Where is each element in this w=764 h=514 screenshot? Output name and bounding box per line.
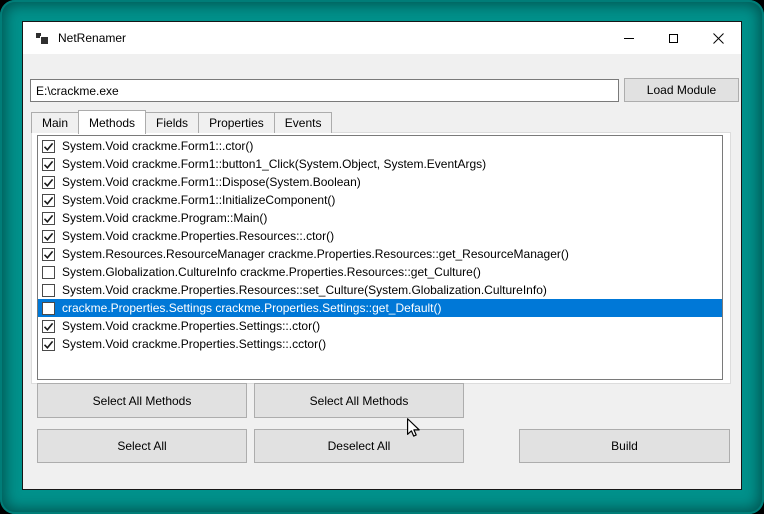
- method-signature: System.Void crackme.Form1::button1_Click…: [62, 157, 487, 171]
- app-icon: [36, 32, 49, 45]
- check-icon: [43, 322, 54, 331]
- method-signature: System.Void crackme.Properties.Settings:…: [62, 319, 321, 333]
- method-signature: System.Void crackme.Program::Main(): [62, 211, 268, 225]
- method-row[interactable]: System.Void crackme.Form1::.ctor(): [38, 137, 722, 155]
- tab-events[interactable]: Events: [273, 112, 333, 133]
- method-row[interactable]: System.Void crackme.Program::Main(): [38, 209, 722, 227]
- build-button[interactable]: Build: [519, 429, 730, 463]
- tab-methods[interactable]: Methods: [78, 110, 147, 134]
- check-icon: [43, 160, 54, 169]
- minimize-icon: [623, 37, 634, 39]
- netrenamer-window: NetRenamer Load Module Main M: [22, 21, 742, 490]
- check-icon: [43, 214, 54, 223]
- method-signature: System.Void crackme.Properties.Resources…: [62, 229, 335, 243]
- check-icon: [43, 196, 54, 205]
- method-row[interactable]: System.Void crackme.Form1::InitializeCom…: [38, 191, 722, 209]
- module-path-input[interactable]: [30, 79, 619, 102]
- check-icon: [43, 178, 54, 187]
- method-row[interactable]: System.Resources.ResourceManager crackme…: [38, 245, 722, 263]
- deselect-all-button[interactable]: Deselect All: [254, 429, 464, 463]
- method-signature: System.Void crackme.Properties.Settings:…: [62, 337, 327, 351]
- method-checkbox[interactable]: [42, 139, 55, 153]
- tab-fields[interactable]: Fields: [145, 112, 200, 133]
- caption-buttons: [606, 22, 741, 54]
- check-icon: [43, 232, 54, 241]
- load-module-button[interactable]: Load Module: [624, 78, 739, 102]
- maximize-button[interactable]: [651, 22, 696, 54]
- method-checkbox[interactable]: [42, 211, 55, 225]
- screenshot-stage: NetRenamer Load Module Main M: [0, 0, 764, 514]
- close-button[interactable]: [696, 22, 741, 54]
- method-checkbox[interactable]: [42, 337, 55, 351]
- check-icon: [43, 250, 54, 259]
- select-all-methods-button-2[interactable]: Select All Methods: [254, 383, 464, 418]
- method-row[interactable]: System.Void crackme.Properties.Settings:…: [38, 335, 722, 353]
- method-checkbox[interactable]: [42, 283, 55, 297]
- method-row[interactable]: System.Void crackme.Form1::Dispose(Syste…: [38, 173, 722, 191]
- methods-tab-panel: System.Void crackme.Form1::.ctor() Syste…: [31, 132, 731, 384]
- method-checkbox[interactable]: [42, 175, 55, 189]
- method-signature: System.Void crackme.Form1::InitializeCom…: [62, 193, 336, 207]
- check-icon: [43, 142, 54, 151]
- tab-strip: Main Methods Fields Properties Events: [31, 109, 333, 134]
- method-checkbox[interactable]: [42, 193, 55, 207]
- method-signature: System.Globalization.CultureInfo crackme…: [62, 265, 481, 279]
- check-icon: [43, 340, 54, 349]
- select-all-methods-button-1[interactable]: Select All Methods: [37, 383, 247, 418]
- close-icon: [713, 32, 724, 44]
- method-row[interactable]: System.Globalization.CultureInfo crackme…: [38, 263, 722, 281]
- method-row[interactable]: System.Void crackme.Properties.Settings:…: [38, 317, 722, 335]
- select-all-button[interactable]: Select All: [37, 429, 247, 463]
- method-signature: System.Void crackme.Form1::.ctor(): [62, 139, 254, 153]
- method-row[interactable]: System.Void crackme.Properties.Resources…: [38, 281, 722, 299]
- method-row[interactable]: System.Void crackme.Form1::button1_Click…: [38, 155, 722, 173]
- method-signature: System.Void crackme.Properties.Resources…: [62, 283, 547, 297]
- method-checkbox[interactable]: [42, 319, 55, 333]
- method-checkbox[interactable]: [42, 229, 55, 243]
- tab-main[interactable]: Main: [31, 112, 80, 133]
- method-signature: crackme.Properties.Settings crackme.Prop…: [62, 301, 442, 315]
- method-row[interactable]: System.Void crackme.Properties.Resources…: [38, 227, 722, 245]
- window-title: NetRenamer: [58, 31, 127, 45]
- method-signature: System.Void crackme.Form1::Dispose(Syste…: [62, 175, 361, 189]
- method-checkbox[interactable]: [42, 157, 55, 171]
- title-bar[interactable]: NetRenamer: [23, 22, 741, 54]
- minimize-button[interactable]: [606, 22, 651, 54]
- method-checkbox[interactable]: [42, 265, 55, 279]
- method-checkbox[interactable]: [42, 301, 55, 315]
- method-signature: System.Resources.ResourceManager crackme…: [62, 247, 569, 261]
- methods-list[interactable]: System.Void crackme.Form1::.ctor() Syste…: [37, 135, 723, 380]
- method-checkbox[interactable]: [42, 247, 55, 261]
- tab-properties[interactable]: Properties: [198, 112, 275, 133]
- method-row[interactable]: crackme.Properties.Settings crackme.Prop…: [38, 299, 722, 317]
- maximize-icon: [669, 33, 678, 43]
